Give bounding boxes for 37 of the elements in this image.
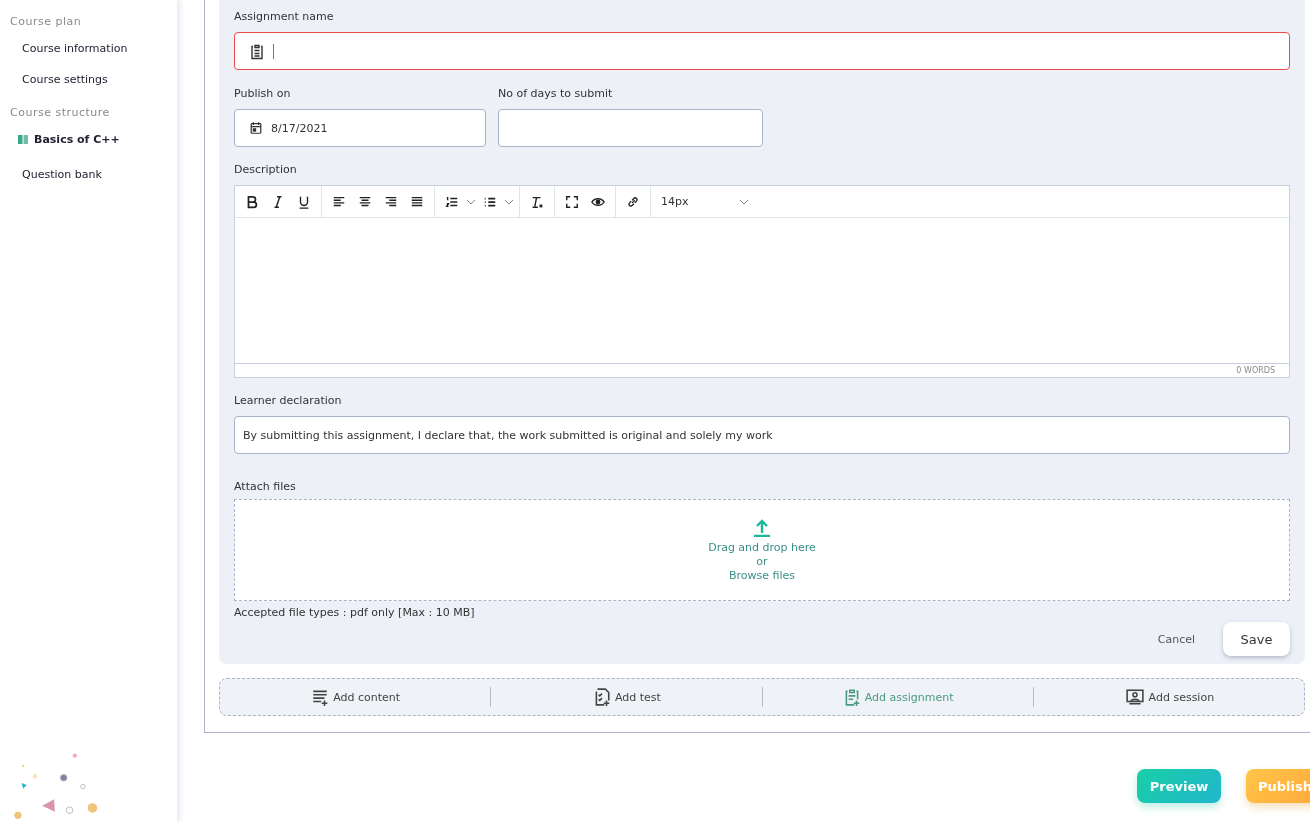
declaration-field[interactable]: By submitting this assignment, I declare that, the work submitted is original and solely my work (234, 416, 1290, 454)
file-types-hint: Accepted file types : pdf only [Max : 10 MB] (234, 606, 476, 619)
word-count: 0 WORDS (1236, 366, 1275, 375)
chevron-down-icon (738, 197, 749, 206)
section-heading: Course structure (9, 105, 111, 121)
field-label: Description (234, 163, 298, 177)
save-button[interactable]: Save (1223, 622, 1290, 656)
date-field[interactable]: 8/17/2021 (234, 109, 486, 147)
field-label: Assignment name (234, 10, 335, 24)
cancel-button[interactable]: Cancel (1151, 631, 1201, 647)
drop-text: Drag and drop here (708, 540, 816, 555)
upload-icon (753, 517, 771, 537)
dropdown-icon (503, 197, 515, 206)
assignment-name-field[interactable] (234, 32, 1290, 70)
field-label: No of days to submit (498, 87, 614, 101)
field-label: Publish on (234, 87, 292, 101)
browse-files-link[interactable]: Browse files (728, 568, 795, 583)
sidebar-item[interactable]: Question bank (0, 168, 177, 181)
rich-text-editor[interactable]: 14px 0 WORDS (234, 185, 1290, 378)
dropdown-icon (465, 197, 477, 206)
file-drop-zone[interactable]: Drag and drop here or Browse files (234, 499, 1290, 601)
presenter-screen-icon (1123, 688, 1146, 706)
sidebar-item[interactable]: Course information (0, 42, 177, 55)
clipboard-icon (249, 42, 265, 60)
section-heading: Course plan (9, 14, 83, 30)
add-button[interactable]: Add test (491, 687, 762, 707)
sidebar-item[interactable]: Basics of C++ (0, 133, 177, 146)
field-label: Attach files (234, 480, 297, 494)
days-to-submit-field[interactable] (498, 109, 763, 147)
or-text: or (756, 554, 768, 569)
book-icon (18, 135, 28, 144)
font-size-select[interactable]: 14px (651, 189, 757, 214)
calendar-icon (249, 121, 263, 135)
field-label: Learner declaration (234, 394, 343, 408)
add-button[interactable]: Add content (220, 687, 491, 707)
sidebar-item[interactable]: Course settings (0, 73, 177, 86)
add-button[interactable]: Add session (1033, 687, 1304, 707)
